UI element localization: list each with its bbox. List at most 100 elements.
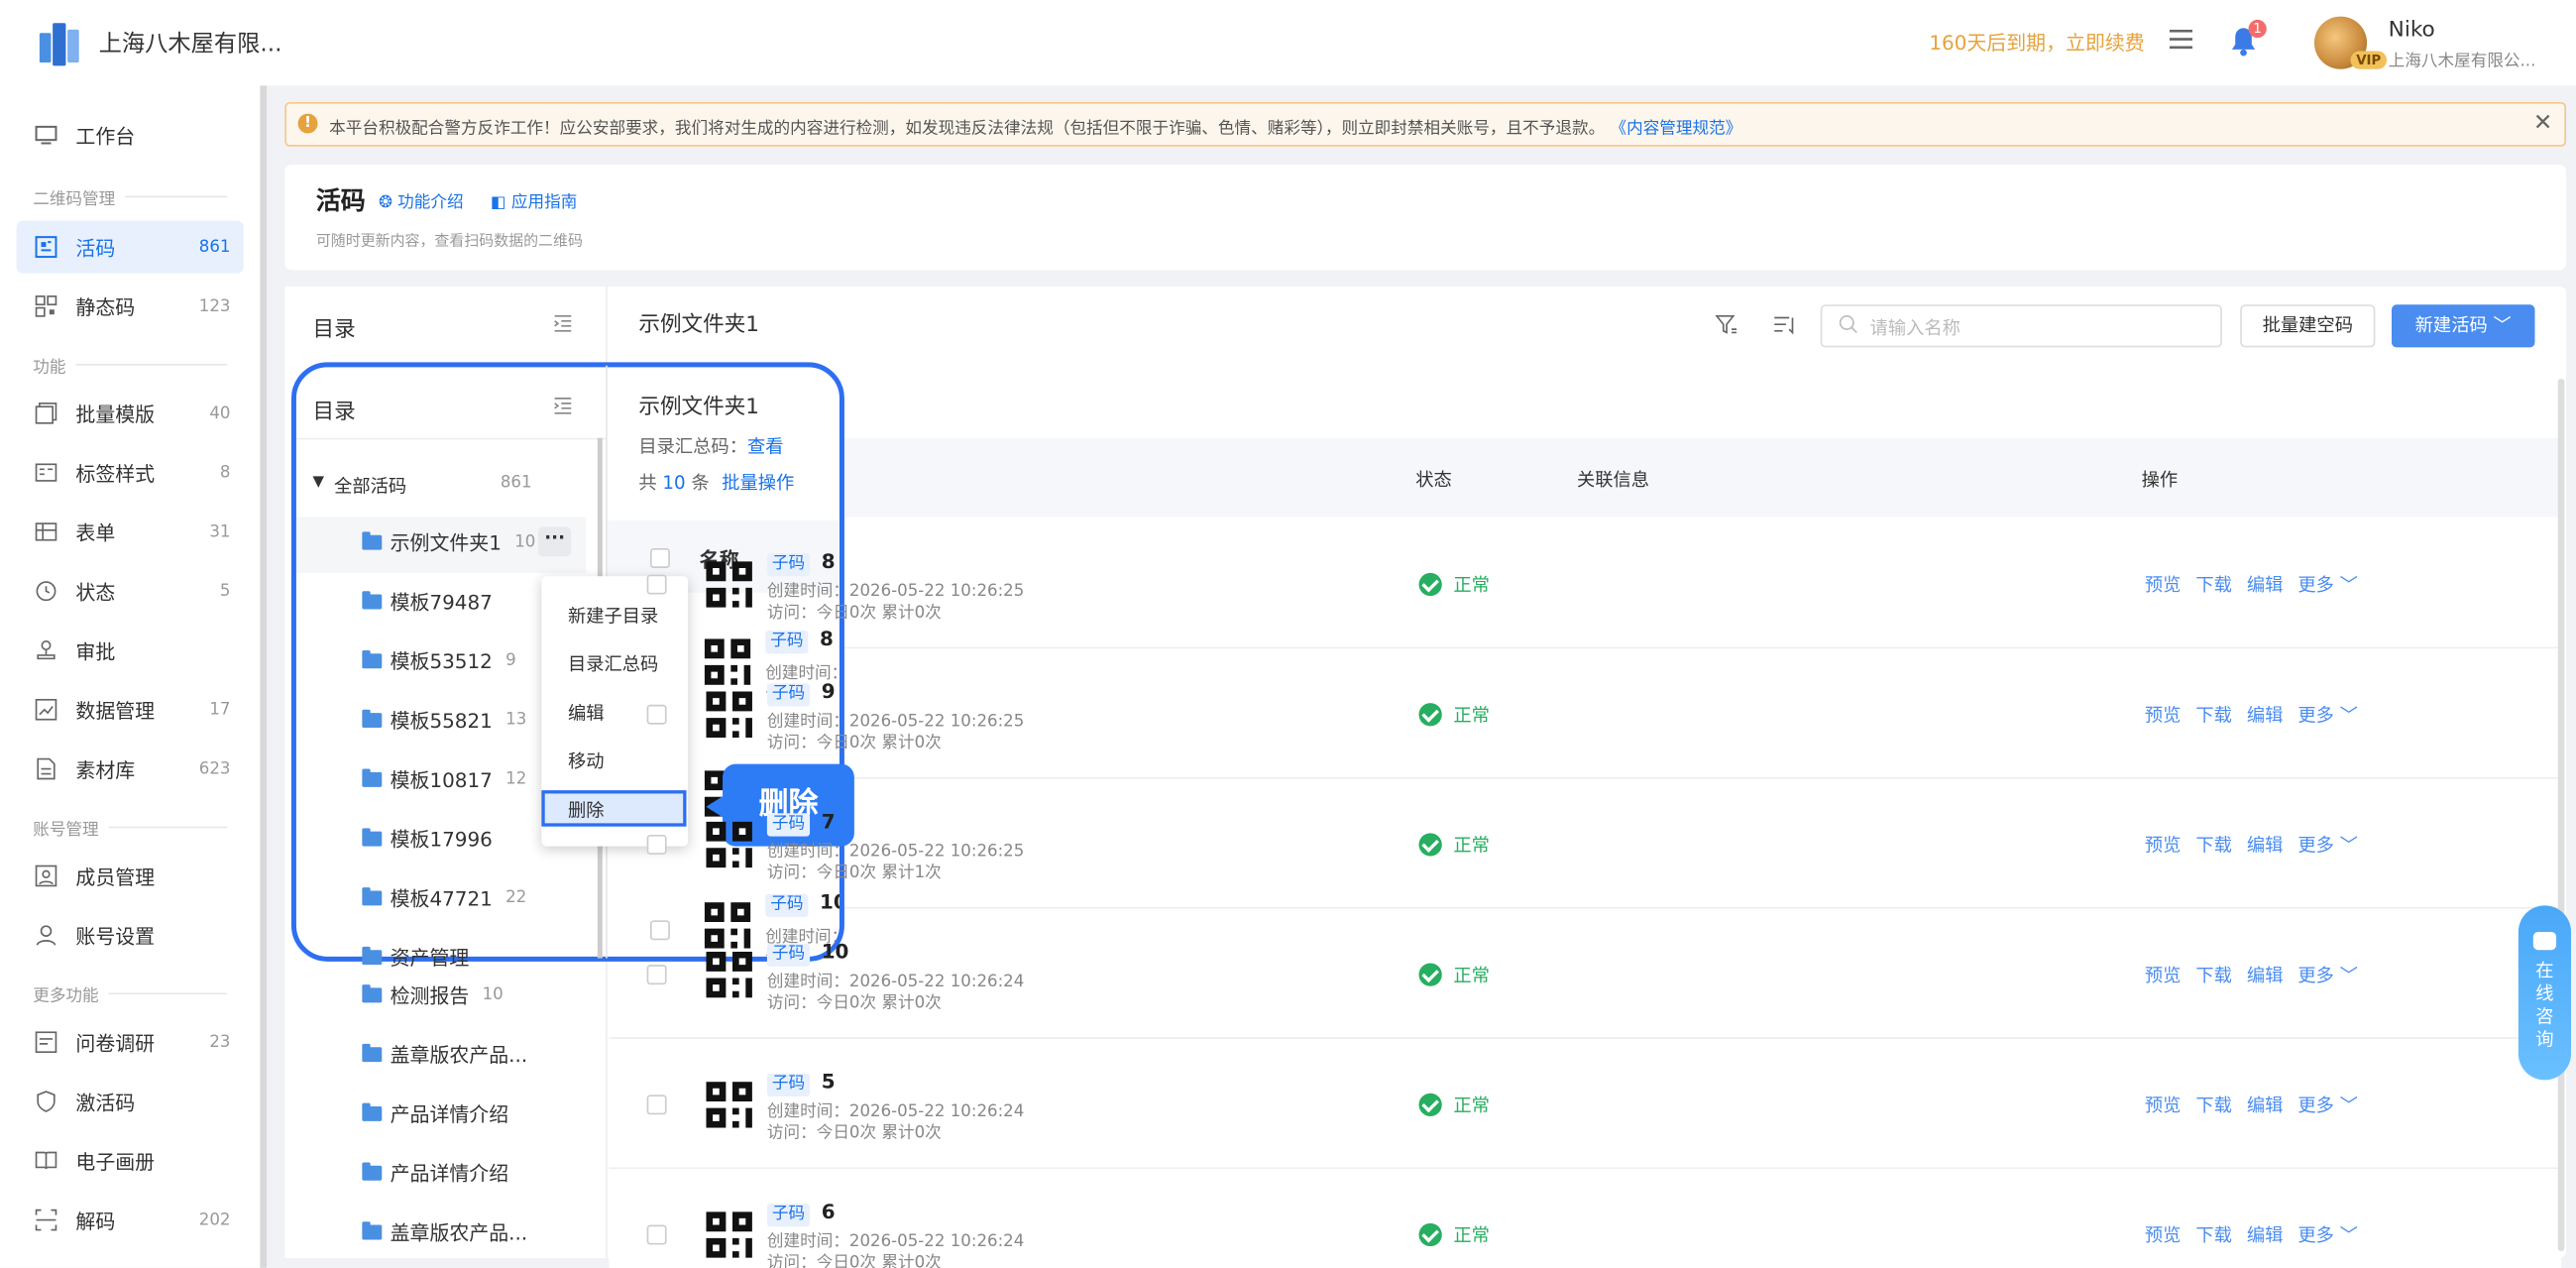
- zoom-row-name[interactable]: 8: [820, 628, 834, 650]
- download-link[interactable]: 下载: [2195, 1092, 2232, 1118]
- menu-new-subdir[interactable]: 新建子目录: [568, 603, 658, 630]
- row-checkbox[interactable]: [646, 834, 667, 855]
- tree-item[interactable]: 盖章版农产品...: [362, 1041, 540, 1069]
- qrcode-icon[interactable]: [706, 821, 752, 868]
- edit-link[interactable]: 编辑: [2247, 962, 2284, 988]
- sidebar-item-album[interactable]: 电子画册: [17, 1134, 244, 1187]
- tree-item[interactable]: 模板47721 22: [362, 884, 526, 912]
- download-link[interactable]: 下载: [2195, 832, 2232, 859]
- sidebar-item-workbench[interactable]: 工作台: [17, 109, 244, 162]
- sort-icon[interactable]: [1773, 313, 1796, 336]
- download-link[interactable]: 下载: [2195, 571, 2232, 598]
- tree-item[interactable]: 模板55821 13: [362, 706, 526, 734]
- row-name[interactable]: 8: [822, 550, 836, 573]
- sidebar-item-activate[interactable]: 激活码: [17, 1075, 244, 1127]
- batch-ops-link[interactable]: 批量操作: [722, 473, 794, 495]
- tree-item[interactable]: 资产管理: [362, 944, 482, 972]
- tree-item[interactable]: 检测报告 10: [362, 981, 504, 1009]
- preview-link[interactable]: 预览: [2145, 701, 2182, 728]
- sidebar-scrollbar[interactable]: [260, 85, 268, 1268]
- tree-item[interactable]: 模板17996: [362, 825, 505, 853]
- edit-link[interactable]: 编辑: [2247, 701, 2284, 728]
- qrcode-icon[interactable]: [706, 561, 752, 608]
- row-checkbox[interactable]: [646, 574, 667, 595]
- zoom-collapse-icon[interactable]: [553, 397, 573, 414]
- sidebar-item-material[interactable]: 素材库 623: [17, 743, 244, 795]
- sidebar-item-decode[interactable]: 解码 202: [17, 1194, 244, 1246]
- menu-edit[interactable]: 编辑: [568, 700, 605, 727]
- tree-item[interactable]: 示例文件夹1 10: [362, 528, 535, 556]
- summary-view-link[interactable]: 查看: [747, 436, 784, 458]
- edit-link[interactable]: 编辑: [2247, 1221, 2284, 1248]
- tree-item[interactable]: 模板53512 9: [362, 647, 516, 675]
- preview-link[interactable]: 预览: [2145, 1092, 2182, 1118]
- sidebar-item-state[interactable]: 状态 5: [17, 565, 244, 618]
- download-link[interactable]: 下载: [2195, 962, 2232, 988]
- tree-item[interactable]: 模板10817 12: [362, 765, 526, 793]
- company-name[interactable]: 上海八木屋有限...: [99, 27, 282, 59]
- sidebar-item-label-style[interactable]: 标签样式 8: [17, 446, 244, 499]
- sidebar-item-huoma[interactable]: 活码 861: [16, 220, 244, 274]
- menu-icon[interactable]: [2169, 29, 2193, 50]
- tree-item[interactable]: 产品详情介绍: [362, 1159, 521, 1187]
- sidebar-item-data[interactable]: 数据管理 17: [17, 683, 244, 736]
- qrcode-icon[interactable]: [706, 951, 752, 998]
- row-name[interactable]: 7: [822, 810, 836, 833]
- more-dropdown[interactable]: 更多 ﹀: [2297, 1221, 2358, 1248]
- tree-item[interactable]: 模板79487: [362, 588, 505, 616]
- preview-link[interactable]: 预览: [2145, 1221, 2182, 1248]
- sidebar-item-form[interactable]: 表单 31: [17, 506, 244, 558]
- tree-item[interactable]: 产品详情介绍: [362, 1099, 521, 1127]
- menu-summary-code[interactable]: 目录汇总码: [568, 650, 658, 677]
- edit-link[interactable]: 编辑: [2247, 571, 2284, 598]
- content-policy-link[interactable]: 《内容管理规范》: [1610, 120, 1741, 138]
- row-name[interactable]: 10: [822, 940, 849, 963]
- more-dropdown[interactable]: 更多 ﹀: [2297, 701, 2358, 728]
- table-scrollbar[interactable]: [2557, 378, 2565, 1252]
- row-checkbox[interactable]: [646, 1224, 667, 1245]
- qrcode-icon[interactable]: [706, 691, 752, 738]
- caret-down-icon[interactable]: ▼: [313, 474, 324, 491]
- qrcode-icon[interactable]: [706, 1082, 752, 1128]
- sidebar-item-batch-template[interactable]: 批量模版 40: [17, 387, 244, 439]
- more-dropdown[interactable]: 更多 ﹀: [2297, 1092, 2358, 1118]
- online-consult-button[interactable]: 在线咨询: [2518, 905, 2572, 1081]
- more-actions-button[interactable]: ···: [538, 526, 572, 557]
- row-name[interactable]: 9: [822, 680, 836, 703]
- sidebar-item-survey[interactable]: 问卷调研 23: [17, 1016, 244, 1069]
- download-link[interactable]: 下载: [2195, 1221, 2232, 1248]
- row-checkbox[interactable]: [646, 1095, 667, 1115]
- sidebar-item-audit[interactable]: 审批: [17, 624, 244, 676]
- renew-link[interactable]: 160天后到期，立即续费: [1929, 28, 2144, 56]
- feature-intro-link[interactable]: ❂ 功能介绍: [379, 187, 464, 212]
- select-all-checkbox[interactable]: [649, 548, 670, 568]
- tree-root[interactable]: 全部活码: [334, 473, 406, 500]
- more-dropdown[interactable]: 更多 ﹀: [2297, 832, 2358, 859]
- preview-link[interactable]: 预览: [2145, 832, 2182, 859]
- qrcode-icon[interactable]: [706, 1211, 752, 1258]
- guide-link[interactable]: ◧ 应用指南: [491, 187, 577, 212]
- row-checkbox[interactable]: [646, 704, 667, 725]
- batch-blank-button[interactable]: 批量建空码: [2240, 304, 2376, 348]
- menu-delete[interactable]: 删除: [568, 797, 605, 824]
- user-name[interactable]: Niko: [2389, 18, 2435, 43]
- sidebar-item-account[interactable]: 账号设置: [17, 909, 244, 962]
- row-name[interactable]: 5: [822, 1070, 836, 1093]
- collapse-icon[interactable]: [553, 314, 573, 332]
- download-link[interactable]: 下载: [2195, 701, 2232, 728]
- zoom-row-name[interactable]: 10: [820, 890, 840, 913]
- edit-link[interactable]: 编辑: [2247, 832, 2284, 859]
- filter-icon[interactable]: [1715, 313, 1737, 336]
- tree-item[interactable]: 盖章版农产品...: [362, 1218, 540, 1246]
- preview-link[interactable]: 预览: [2145, 571, 2182, 598]
- close-icon[interactable]: ✕: [2533, 110, 2552, 137]
- row-checkbox[interactable]: [649, 920, 670, 941]
- new-huoma-button[interactable]: 新建活码 ﹀: [2391, 304, 2535, 348]
- row-name[interactable]: 6: [822, 1201, 836, 1223]
- row-checkbox[interactable]: [646, 965, 667, 985]
- menu-delete-highlight[interactable]: [541, 790, 687, 827]
- more-dropdown[interactable]: 更多 ﹀: [2297, 571, 2358, 598]
- menu-move[interactable]: 移动: [568, 748, 605, 774]
- preview-link[interactable]: 预览: [2145, 962, 2182, 988]
- sidebar-item-static[interactable]: 静态码 123: [17, 280, 244, 332]
